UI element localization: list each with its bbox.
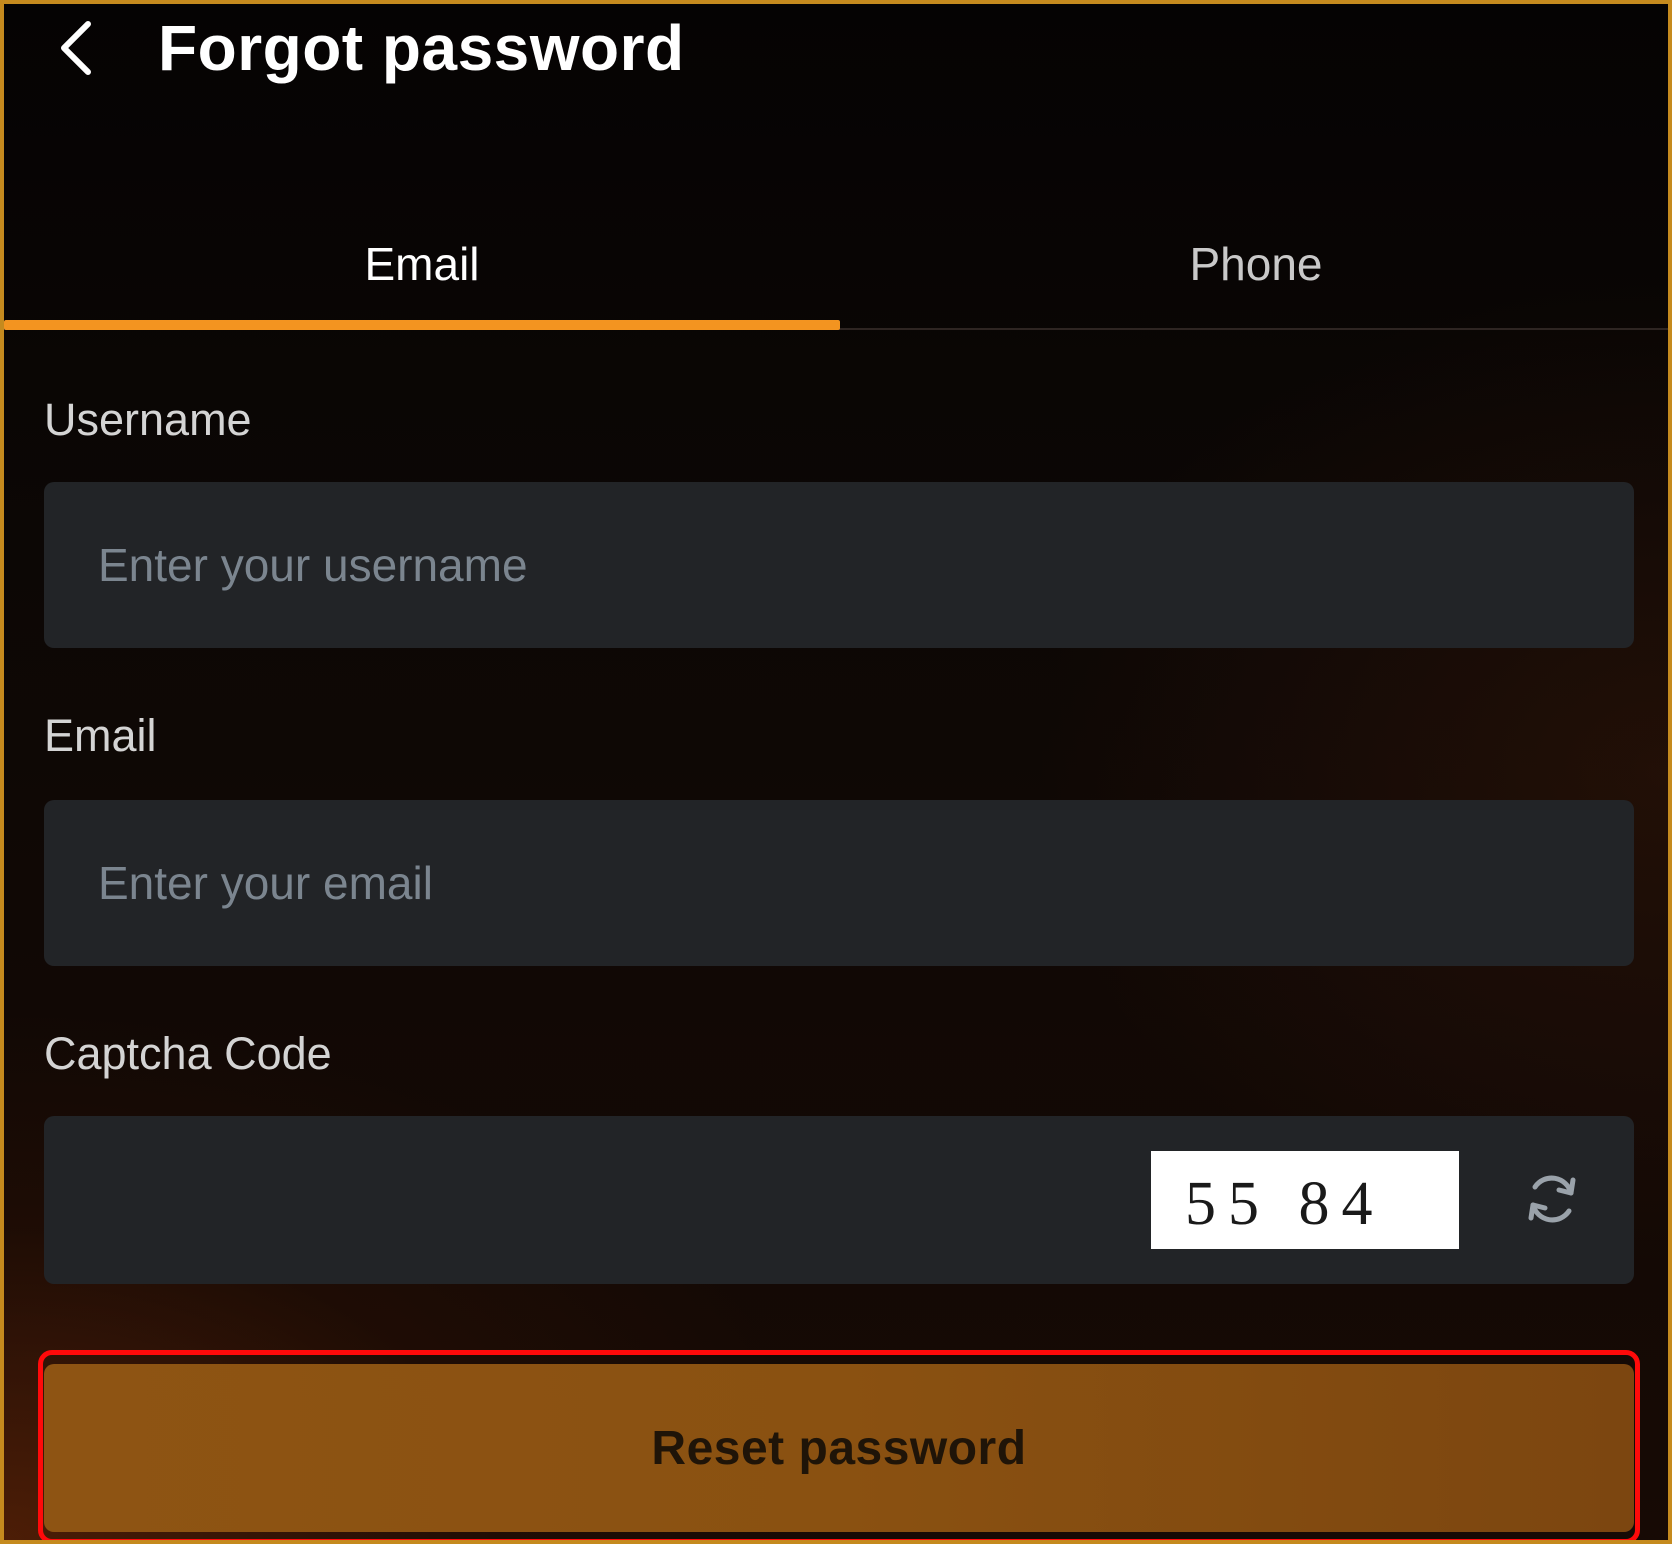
captcha-code-text: 55 84: [1185, 1170, 1385, 1238]
email-label: Email: [44, 710, 157, 761]
page-title: Forgot password: [158, 12, 685, 84]
header: Forgot password: [4, 4, 1668, 104]
captcha-refresh-button[interactable]: [1514, 1161, 1590, 1237]
username-label: Username: [44, 394, 252, 445]
tab-phone[interactable]: Phone: [840, 204, 1668, 324]
forgot-password-screen: Forgot password Email Phone Username Ema…: [0, 0, 1672, 1544]
active-tab-indicator: [4, 320, 840, 330]
captcha-field-container: 55 84: [44, 1116, 1634, 1284]
email-field-container: [44, 800, 1634, 966]
captcha-label: Captcha Code: [44, 1028, 332, 1079]
refresh-icon: [1528, 1175, 1576, 1223]
captcha-image: 55 84: [1151, 1151, 1459, 1249]
back-button[interactable]: [48, 14, 104, 82]
chevron-left-icon: [61, 21, 91, 75]
email-input[interactable]: [44, 800, 1634, 966]
captcha-input[interactable]: [44, 1116, 1104, 1284]
username-input[interactable]: [44, 482, 1634, 648]
tab-email[interactable]: Email: [4, 204, 840, 324]
tab-bar: Email Phone: [4, 204, 1668, 334]
username-field-container: [44, 482, 1634, 648]
reset-password-button[interactable]: Reset password: [44, 1364, 1634, 1532]
